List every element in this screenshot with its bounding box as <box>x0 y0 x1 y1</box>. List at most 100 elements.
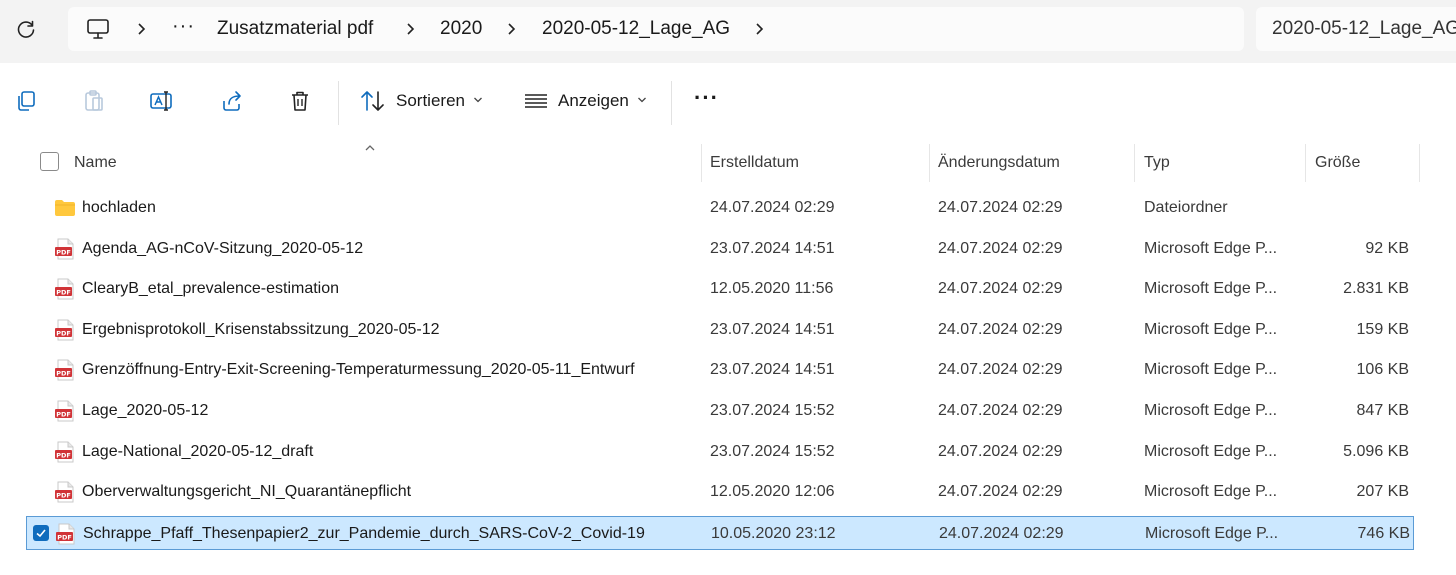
file-row[interactable]: PDF Lage-National_2020-05-12_draft 23.07.2… <box>26 435 1414 469</box>
column-divider[interactable] <box>701 144 702 182</box>
svg-text:PDF: PDF <box>57 533 72 541</box>
file-size: 2.831 KB <box>1343 280 1409 297</box>
file-modified: 24.07.2024 02:29 <box>938 402 1063 419</box>
toolbar-divider <box>671 81 672 125</box>
chevron-right-icon[interactable] <box>504 19 518 39</box>
trash-icon <box>292 91 308 111</box>
chevron-down-icon[interactable] <box>473 93 483 107</box>
select-all-checkbox[interactable] <box>40 152 59 171</box>
file-type: Dateiordner <box>1144 199 1228 216</box>
file-name: Grenzöffnung-Entry-Exit-Screening-Temper… <box>82 361 635 378</box>
column-header-name[interactable]: Name <box>74 154 117 172</box>
file-modified: 24.07.2024 02:29 <box>938 199 1063 216</box>
pdf-icon: PDF <box>54 481 76 503</box>
file-type: Microsoft Edge P... <box>1144 361 1278 378</box>
svg-text:PDF: PDF <box>56 329 71 337</box>
pdf-icon: PDF <box>54 359 76 381</box>
toolbar-divider <box>338 81 339 125</box>
file-row[interactable]: PDF Grenzöffnung-Entry-Exit-Screening-Tem… <box>26 353 1414 387</box>
search-input[interactable]: 2020-05-12_Lage_AG <box>1256 7 1456 51</box>
file-created: 23.07.2024 15:52 <box>710 443 835 460</box>
svg-text:PDF: PDF <box>56 451 71 459</box>
column-divider[interactable] <box>1134 144 1135 182</box>
refresh-button[interactable] <box>10 14 42 46</box>
more-options-button[interactable]: ··· <box>694 85 719 111</box>
sort-label[interactable]: Sortieren <box>396 91 465 111</box>
breadcrumb-item-2020[interactable]: 2020 <box>440 17 482 41</box>
this-pc-button[interactable] <box>84 17 112 41</box>
file-type: Microsoft Edge P... <box>1144 240 1278 257</box>
breadcrumb-overflow-button[interactable]: ··· <box>172 15 195 38</box>
share-icon <box>223 91 241 111</box>
file-size: 207 KB <box>1356 483 1409 500</box>
column-header-type[interactable]: Typ <box>1144 154 1170 172</box>
file-modified: 24.07.2024 02:29 <box>938 321 1063 338</box>
file-size: 106 KB <box>1356 361 1409 378</box>
share-button[interactable] <box>218 87 246 115</box>
file-name: Schrappe_Pfaff_Thesenpapier2_zur_Pandemi… <box>83 525 645 542</box>
column-header-size[interactable]: Größe <box>1315 154 1360 172</box>
folder-icon <box>54 197 76 219</box>
command-bar: Sortieren Anzeigen ··· <box>0 63 1456 143</box>
file-modified: 24.07.2024 02:29 <box>938 443 1063 460</box>
file-name: Lage_2020-05-12 <box>82 402 209 419</box>
file-row[interactable]: PDF Ergebnisprotokoll_Krisenstabssitzung_… <box>26 313 1414 347</box>
file-modified: 24.07.2024 02:29 <box>939 525 1064 542</box>
pdf-icon: PDF <box>55 523 77 545</box>
column-header-modified[interactable]: Änderungsdatum <box>938 154 1060 172</box>
file-row[interactable]: PDF ClearyB_etal_prevalence-estimation 12.… <box>26 272 1414 306</box>
file-size: 5.096 KB <box>1343 443 1409 460</box>
file-size: 847 KB <box>1356 402 1409 419</box>
search-placeholder: 2020-05-12_Lage_AG <box>1272 18 1456 39</box>
column-divider[interactable] <box>1305 144 1306 182</box>
checkmark-icon <box>36 529 46 538</box>
file-created: 12.05.2020 12:06 <box>710 483 835 500</box>
svg-text:PDF: PDF <box>56 248 71 256</box>
view-label[interactable]: Anzeigen <box>558 91 629 111</box>
sort-icon <box>361 91 384 111</box>
breadcrumb-item-zusatzmaterial[interactable]: Zusatzmaterial pdf <box>217 17 373 41</box>
file-type: Microsoft Edge P... <box>1145 525 1279 542</box>
delete-button[interactable] <box>286 87 314 115</box>
file-type: Microsoft Edge P... <box>1144 321 1278 338</box>
svg-text:PDF: PDF <box>56 288 71 296</box>
row-checkbox[interactable] <box>33 525 49 541</box>
column-header-created[interactable]: Erstelldatum <box>710 154 799 172</box>
column-divider[interactable] <box>1419 144 1420 182</box>
pdf-icon: PDF <box>54 238 76 260</box>
file-name: Agenda_AG-nCoV-Sitzung_2020-05-12 <box>82 240 364 257</box>
file-size: 159 KB <box>1356 321 1409 338</box>
refresh-icon <box>17 20 35 38</box>
file-name: hochladen <box>82 199 156 216</box>
pdf-icon: PDF <box>54 278 76 300</box>
sort-button[interactable] <box>359 87 387 115</box>
pdf-icon: PDF <box>54 400 76 422</box>
chevron-right-icon[interactable] <box>403 19 417 39</box>
column-divider[interactable] <box>929 144 930 182</box>
svg-text:PDF: PDF <box>56 410 71 418</box>
file-row[interactable]: PDF Agenda_AG-nCoV-Sitzung_2020-05-12 23.0… <box>26 232 1414 266</box>
file-name: Lage-National_2020-05-12_draft <box>82 443 314 460</box>
file-row[interactable]: hochladen 24.07.2024 02:29 24.07.2024 02:2… <box>26 191 1414 225</box>
paste-button[interactable] <box>80 87 108 115</box>
chevron-down-icon[interactable] <box>637 93 647 107</box>
chevron-right-icon[interactable] <box>134 19 148 39</box>
file-row[interactable]: PDF Schrappe_Pfaff_Thesenpapier2_zur_Pand… <box>26 516 1414 550</box>
file-modified: 24.07.2024 02:29 <box>938 240 1063 257</box>
monitor-icon <box>87 19 109 39</box>
file-type: Microsoft Edge P... <box>1144 443 1278 460</box>
breadcrumb[interactable]: ··· Zusatzmaterial pdf 2020 2020-05-12_L… <box>68 7 1244 51</box>
file-type: Microsoft Edge P... <box>1144 483 1278 500</box>
rename-button[interactable] <box>148 87 176 115</box>
copy-button[interactable] <box>12 87 40 115</box>
file-row[interactable]: PDF Lage_2020-05-12 23.07.2024 15:52 24.07.… <box>26 394 1414 428</box>
pdf-icon: PDF <box>54 441 76 463</box>
view-button[interactable] <box>522 87 550 115</box>
file-size: 92 KB <box>1365 240 1409 257</box>
breadcrumb-item-current[interactable]: 2020-05-12_Lage_AG <box>542 17 730 41</box>
file-created: 10.05.2020 23:12 <box>711 525 836 542</box>
svg-text:PDF: PDF <box>56 491 71 499</box>
file-row[interactable]: PDF Oberverwaltungsgericht_NI_Quarantänep… <box>26 475 1414 509</box>
chevron-right-icon[interactable] <box>752 19 766 39</box>
file-name: Oberverwaltungsgericht_NI_Quarantänepfli… <box>82 483 412 500</box>
